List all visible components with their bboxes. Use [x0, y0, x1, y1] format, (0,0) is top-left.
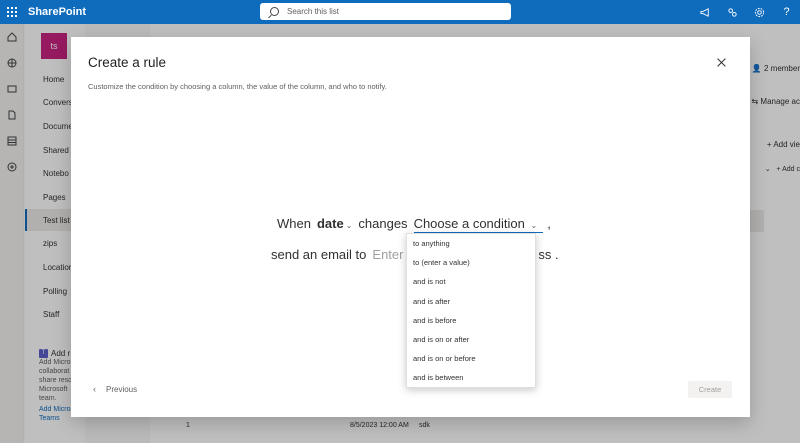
notify-tail-label: ss .	[538, 247, 559, 262]
condition-dropdown: to anything to (enter a value) and is no…	[406, 233, 536, 388]
option-to-anything[interactable]: to anything	[407, 234, 535, 253]
create-button[interactable]: Create	[688, 381, 732, 398]
rule-condition-line: When date ⌄ changes Choose a condition ⌄…	[277, 216, 551, 233]
search-placeholder: Search this list	[287, 7, 340, 16]
close-icon[interactable]	[716, 57, 728, 69]
previous-label: Previous	[106, 384, 138, 394]
comma-label: ,	[547, 216, 551, 231]
search-box[interactable]: Search this list	[260, 3, 511, 20]
app-launcher-button[interactable]	[0, 0, 24, 24]
option-is-not[interactable]: and is not	[407, 272, 535, 291]
option-is-before[interactable]: and is before	[407, 311, 535, 330]
chevron-left-icon: ‹	[93, 384, 96, 394]
dialog-description: Customize the condition by choosing a co…	[88, 82, 387, 91]
search-icon	[270, 7, 279, 16]
when-label: When	[277, 216, 311, 231]
app-brand[interactable]: SharePoint	[28, 6, 86, 18]
option-is-after[interactable]: and is after	[407, 292, 535, 311]
option-on-or-before[interactable]: and is on or before	[407, 349, 535, 368]
waffle-icon	[7, 7, 17, 17]
suite-actions: ?	[692, 0, 800, 24]
gear-icon[interactable]	[746, 0, 773, 24]
previous-button[interactable]: ‹ Previous	[93, 384, 137, 394]
send-email-label: send an email to	[271, 247, 367, 262]
suite-bar: SharePoint Search this list ?	[0, 0, 800, 24]
option-on-or-after[interactable]: and is on or after	[407, 330, 535, 349]
dialog-title: Create a rule	[88, 55, 167, 70]
column-select[interactable]: date	[317, 216, 344, 231]
chevron-down-icon: ⌄	[530, 221, 538, 230]
help-icon[interactable]: ?	[773, 0, 800, 24]
chevron-down-icon[interactable]: ⌄	[346, 221, 353, 230]
option-to-value[interactable]: to (enter a value)	[407, 253, 535, 272]
megaphone-icon[interactable]	[692, 0, 719, 24]
share-icon[interactable]	[719, 0, 746, 24]
condition-select[interactable]: Choose a condition ⌄	[413, 216, 544, 233]
changes-label: changes	[358, 216, 408, 231]
option-between[interactable]: and is between	[407, 368, 535, 387]
